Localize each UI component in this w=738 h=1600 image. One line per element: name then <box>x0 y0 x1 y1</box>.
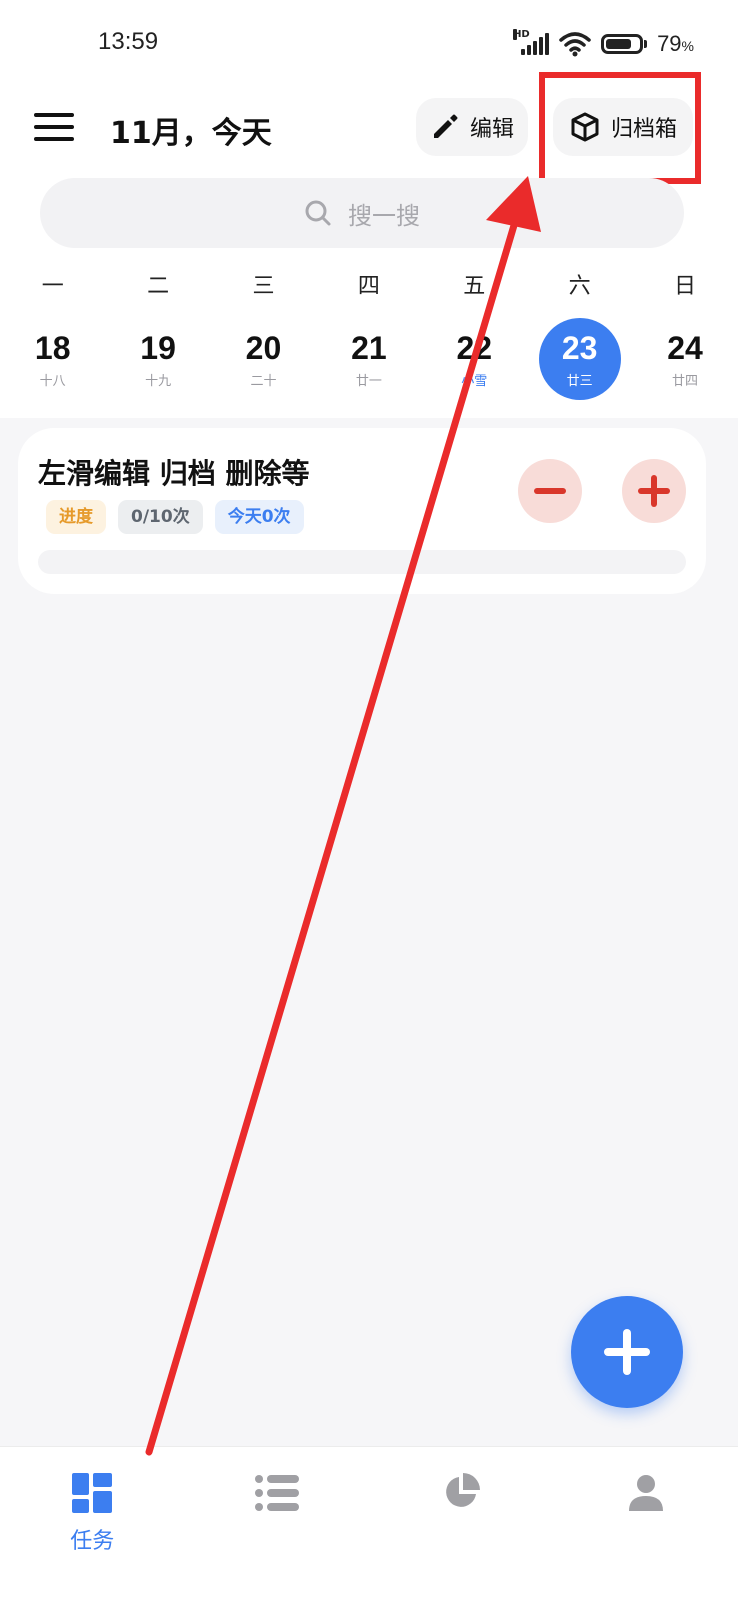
edit-label: 编辑 <box>469 117 514 142</box>
weekday-label: 日 <box>674 274 697 299</box>
weekday-label: 四 <box>357 274 380 299</box>
hd-label: HD <box>513 29 530 40</box>
battery-icon <box>601 34 648 54</box>
status-icons: HD 79% <box>513 28 694 60</box>
nav-tasks-label: 任务 <box>70 1529 115 1554</box>
task-card[interactable]: 左滑编辑 归档 删除等 进度 0/10次 今天0次 <box>18 428 706 594</box>
today-count-tag: 今天0次 <box>214 500 304 534</box>
date-number: 21 <box>351 329 387 366</box>
weekday-label: 二 <box>147 274 170 299</box>
wifi-icon <box>559 32 591 57</box>
profile-icon <box>628 1475 663 1511</box>
minus-icon <box>534 488 566 494</box>
status-time: 13:59 <box>98 28 159 55</box>
decrement-button[interactable] <box>518 459 582 523</box>
signal-icon: HD <box>513 29 550 55</box>
battery-percent: 79% <box>657 31 694 56</box>
weekday-label: 六 <box>568 274 591 299</box>
date-cell: 18 十八 <box>12 318 94 400</box>
day-fri[interactable]: 五 22 小雪 <box>422 270 527 400</box>
status-bar: 13:59 HD 79% <box>0 0 738 80</box>
date-number: 23 <box>561 329 598 366</box>
pencil-icon <box>433 114 458 138</box>
list-icon <box>254 1475 299 1511</box>
add-task-fab[interactable] <box>571 1296 683 1408</box>
weekday-label: 三 <box>252 274 275 299</box>
lunar-date: 廿四 <box>672 373 699 389</box>
count-tag: 0/10次 <box>118 500 203 534</box>
increment-button[interactable] <box>622 459 686 523</box>
edit-button[interactable]: 编辑 <box>416 98 528 156</box>
week-strip: 一 18 十八 二 19 十九 三 20 二十 四 21 廿一 五 22 小雪 <box>0 270 738 400</box>
nav-profile[interactable] <box>554 1447 738 1600</box>
date-number: 24 <box>667 329 703 366</box>
lunar-date: 廿一 <box>355 373 382 389</box>
nav-list[interactable] <box>185 1447 370 1600</box>
grid-icon <box>72 1473 113 1513</box>
date-cell: 20 二十 <box>222 318 304 400</box>
day-tue[interactable]: 二 19 十九 <box>105 270 210 400</box>
solar-term: 小雪 <box>461 373 488 389</box>
search-placeholder: 搜一搜 <box>348 201 420 230</box>
date-cell: 21 廿一 <box>328 318 410 400</box>
task-tags: 进度 0/10次 今天0次 <box>46 500 304 534</box>
day-sat-selected[interactable]: 六 23 廿三 <box>527 270 632 400</box>
bottom-nav: 任务 <box>0 1446 738 1600</box>
date-number: 20 <box>245 329 282 366</box>
lunar-date: 廿三 <box>566 373 593 389</box>
plus-icon <box>638 475 670 507</box>
date-cell: 22 小雪 <box>433 318 515 400</box>
selected-date-cell: 23 廿三 <box>538 318 621 400</box>
day-wed[interactable]: 三 20 二十 <box>211 270 316 400</box>
menu-button[interactable] <box>34 110 74 144</box>
annotation-highlight-box <box>539 72 701 184</box>
date-cell: 24 廿四 <box>644 318 726 400</box>
nav-tasks[interactable]: 任务 <box>0 1447 185 1600</box>
page-title: 11月，今天 <box>110 116 272 151</box>
date-number: 22 <box>456 329 493 366</box>
pie-chart-icon <box>446 1473 481 1507</box>
day-thu[interactable]: 四 21 廿一 <box>316 270 421 400</box>
date-number: 19 <box>140 329 176 366</box>
search-bar[interactable]: 搜一搜 <box>40 178 684 248</box>
plus-icon <box>604 1329 650 1375</box>
task-title: 左滑编辑 归档 删除等 <box>38 457 310 490</box>
nav-stats[interactable] <box>369 1447 554 1600</box>
progress-bar <box>38 550 686 574</box>
lunar-date: 十八 <box>39 373 66 389</box>
day-mon[interactable]: 一 18 十八 <box>0 270 105 400</box>
lunar-date: 十九 <box>145 373 172 389</box>
weekday-label: 一 <box>41 274 64 299</box>
progress-tag: 进度 <box>46 500 106 534</box>
weekday-label: 五 <box>463 274 486 299</box>
lunar-date: 二十 <box>250 373 277 389</box>
day-sun[interactable]: 日 24 廿四 <box>632 270 737 400</box>
date-number: 18 <box>34 329 71 366</box>
search-icon <box>305 200 331 226</box>
date-cell: 19 十九 <box>117 318 199 400</box>
